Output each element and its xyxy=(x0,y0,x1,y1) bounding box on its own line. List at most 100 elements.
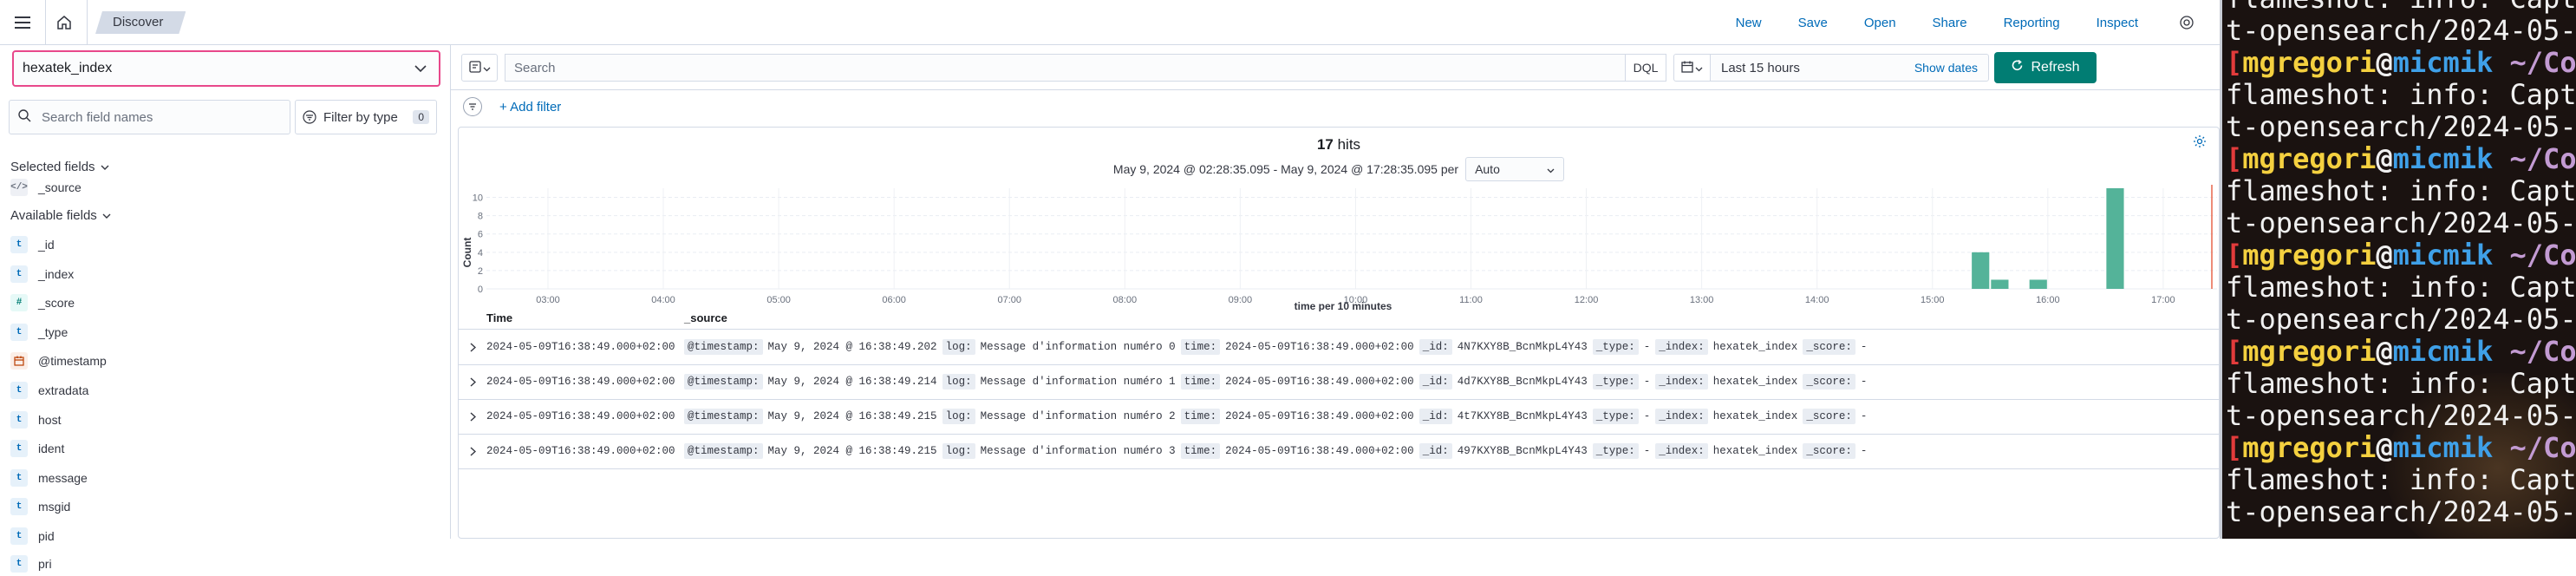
field-item-pid[interactable]: t pid xyxy=(10,524,55,548)
source-key: _id: xyxy=(1418,339,1452,355)
x-axis-label: time per 10 minutes xyxy=(1295,300,1392,311)
filter-by-type-button[interactable]: Filter by type 0 xyxy=(295,100,437,134)
table-row[interactable]: 2024-05-09T16:38:49.000+02:00 @timestamp… xyxy=(459,435,2219,469)
field-item-ident[interactable]: t ident xyxy=(10,436,64,461)
terminal-text: flameshot: info: Captu xyxy=(2226,271,2576,304)
source-value: - xyxy=(1643,410,1651,422)
source-value: 2024-05-09T16:38:49.000+02:00 xyxy=(1225,445,1414,457)
query-language-toggle[interactable]: DQL xyxy=(1625,54,1666,82)
terminal-text: @ xyxy=(2376,431,2393,464)
chevron-right-icon[interactable] xyxy=(466,340,479,354)
column-header-source[interactable]: _source xyxy=(684,311,727,324)
new-link[interactable]: New xyxy=(1736,16,1762,30)
x-tick-label: 13:00 xyxy=(1690,295,1714,305)
x-tick-label: 14:00 xyxy=(1805,295,1829,305)
index-pattern-picker[interactable]: hexatek_index xyxy=(12,50,440,87)
terminal-text: mgregori xyxy=(2242,431,2377,464)
field-item-msgid[interactable]: t msgid xyxy=(10,494,70,519)
inspect-link[interactable]: Inspect xyxy=(2097,16,2138,30)
source-value: Message d'information numéro 3 xyxy=(980,445,1176,457)
terminal-text: @ xyxy=(2376,46,2393,79)
gear-icon[interactable] xyxy=(2191,133,2208,150)
query-search-box[interactable] xyxy=(505,54,1625,82)
table-row[interactable]: 2024-05-09T16:38:49.000+02:00 @timestamp… xyxy=(459,331,2219,365)
chevron-right-icon[interactable] xyxy=(466,444,479,458)
histogram-bar xyxy=(1991,279,2009,289)
interval-select[interactable]: Auto xyxy=(1465,157,1565,181)
chevron-down-icon xyxy=(1547,162,1555,176)
menu-icon[interactable] xyxy=(9,9,36,36)
field-item-type[interactable]: t _type xyxy=(10,320,68,344)
terminal-line: flameshot: info: Captu xyxy=(2226,0,2576,15)
column-header-time[interactable]: Time xyxy=(486,311,512,324)
y-tick-label: 4 xyxy=(478,248,483,259)
source-value: - xyxy=(1860,445,1868,457)
source-value: 2024-05-09T16:38:49.000+02:00 xyxy=(1225,410,1414,422)
source-key: _index: xyxy=(1655,339,1708,355)
terminal-text: flameshot: info: Captu xyxy=(2226,0,2576,15)
source-key: _type: xyxy=(1592,409,1639,424)
field-item-host[interactable]: t host xyxy=(10,408,61,432)
table-row[interactable]: 2024-05-09T16:38:49.000+02:00 @timestamp… xyxy=(459,400,2219,435)
field-search-input[interactable] xyxy=(40,108,274,126)
field-item-extradata[interactable]: t extradata xyxy=(10,378,88,403)
add-filter-link[interactable]: + Add filter xyxy=(499,100,561,115)
selected-fields-header[interactable]: Selected fields xyxy=(10,160,109,174)
query-bar: DQL Last 15 hours Show dates Refresh xyxy=(451,45,2220,90)
field-item-pri[interactable]: t pri xyxy=(10,552,52,576)
help-icon[interactable] xyxy=(2175,10,2199,35)
field-sidebar: hexatek_index Filter by type 0 Selected … xyxy=(0,45,451,573)
terminal-window[interactable]: flameshot: info: Captu t-opensearch/2024-… xyxy=(2220,0,2576,539)
field-search-box[interactable] xyxy=(9,100,290,134)
reporting-link[interactable]: Reporting xyxy=(2004,16,2060,30)
row-source: @timestamp: May 9, 2024 @ 16:38:49.215 lo… xyxy=(684,409,1867,424)
terminal-text: ~/Coc xyxy=(2509,239,2576,272)
divider xyxy=(45,0,46,45)
source-key: _score: xyxy=(1803,339,1855,355)
table-row[interactable]: 2024-05-09T16:38:49.000+02:00 @timestamp… xyxy=(459,365,2219,400)
field-item-score[interactable]: # _score xyxy=(10,291,75,315)
source-key: _score: xyxy=(1803,374,1855,389)
field-item-timestamp[interactable]: @timestamp xyxy=(10,349,107,373)
terminal-text: ~/Coc xyxy=(2509,46,2576,79)
chevron-right-icon[interactable] xyxy=(466,375,479,389)
source-key: log: xyxy=(942,339,975,355)
nav-actions: New Save Open Share Reporting Inspect xyxy=(1736,0,2220,45)
save-link[interactable]: Save xyxy=(1798,16,1828,30)
x-tick-label: 15:00 xyxy=(1921,295,1945,305)
date-range-display[interactable]: Last 15 hours Show dates xyxy=(1710,54,1989,82)
x-tick-label: 11:00 xyxy=(1459,295,1483,305)
filter-bar: + Add filter xyxy=(451,90,2220,123)
open-link[interactable]: Open xyxy=(1864,16,1896,30)
source-key: _index: xyxy=(1655,374,1708,389)
string-type-icon: t xyxy=(10,469,28,487)
query-input[interactable] xyxy=(505,55,1546,81)
y-axis-ticks: 0 2 4 6 8 10 xyxy=(473,193,483,295)
show-dates-link[interactable]: Show dates xyxy=(1914,61,1978,75)
string-type-icon: t xyxy=(10,265,28,283)
saved-query-button[interactable] xyxy=(461,54,498,82)
field-item-id[interactable]: t _id xyxy=(10,232,55,257)
histogram-bar xyxy=(2106,188,2124,289)
breadcrumb-discover[interactable]: Discover xyxy=(95,11,186,34)
source-key: _index: xyxy=(1655,409,1708,424)
field-item-index[interactable]: t _index xyxy=(10,262,74,286)
source-key: _type: xyxy=(1592,374,1639,389)
share-link[interactable]: Share xyxy=(1933,16,1967,30)
field-name: ident xyxy=(38,442,65,455)
refresh-button[interactable]: Refresh xyxy=(1994,52,2097,83)
source-value: 497KXY8B_BcnMkpL4Y43 xyxy=(1457,445,1588,457)
histogram-bar xyxy=(2029,279,2047,289)
home-icon[interactable] xyxy=(50,9,78,36)
field-item-source[interactable]: </> _source xyxy=(10,175,82,200)
source-value: 4N7KXY8B_BcnMkpL4Y43 xyxy=(1457,341,1588,353)
terminal-line: t-opensearch/2024-05-0 xyxy=(2226,400,2576,432)
field-item-message[interactable]: t message xyxy=(10,466,88,490)
filter-menu-icon[interactable] xyxy=(463,97,482,116)
chevron-right-icon[interactable] xyxy=(466,409,479,423)
y-tick-label: 6 xyxy=(478,230,483,240)
available-fields-header[interactable]: Available fields xyxy=(10,208,111,223)
quick-date-menu-button[interactable] xyxy=(1673,54,1710,82)
terminal-line: flameshot: info: Captu xyxy=(2226,464,2576,496)
terminal-text: flameshot: info: Captu xyxy=(2226,463,2576,496)
